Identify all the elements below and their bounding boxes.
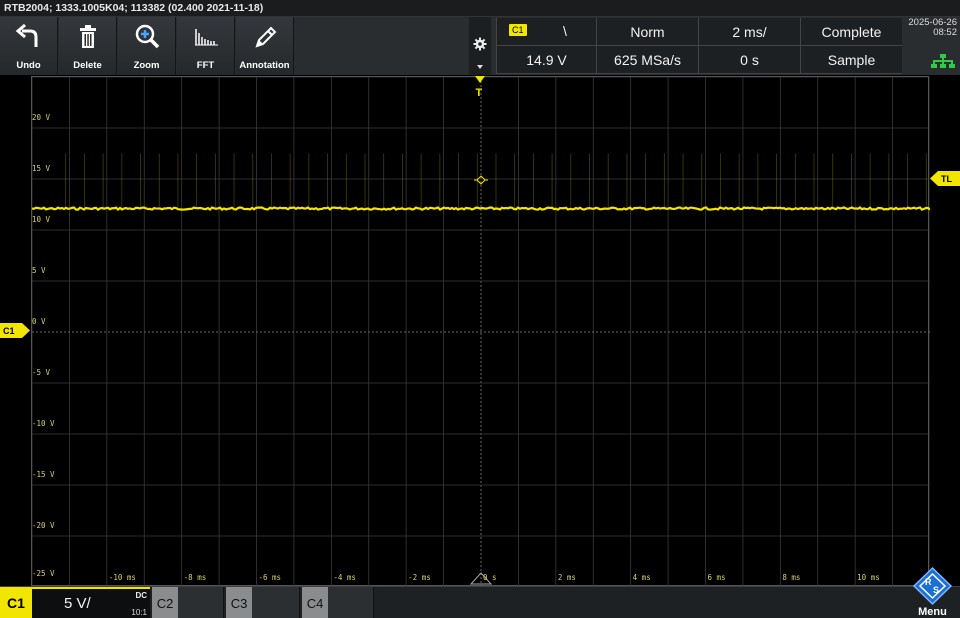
fft-icon <box>194 29 218 46</box>
acquisition-mode[interactable]: Sample <box>800 46 902 74</box>
x-axis-tick-label: 0 s <box>483 573 497 582</box>
x-axis-tick-label: -6 ms <box>258 573 282 582</box>
y-axis-tick-label: -15 V <box>32 470 55 479</box>
undo-icon <box>15 23 37 47</box>
channel1-reference-label: C1 <box>3 326 15 336</box>
channel3-settings[interactable] <box>252 587 300 618</box>
trigger-level[interactable]: 14.9 V <box>496 46 596 74</box>
trigger-source-and-slope[interactable]: C1 \ <box>496 18 596 46</box>
channel1-reference-marker[interactable]: C1 <box>0 323 30 338</box>
x-axis-tick-label: 2 ms <box>557 573 576 582</box>
trigger-mode-value: Norm <box>630 23 665 40</box>
window-title: RTB2004; 1333.1005K04; 113382 (02.400 20… <box>4 2 264 14</box>
trigger-level-value: 14.9 V <box>526 51 567 68</box>
channel3-button[interactable]: C3 <box>226 587 252 618</box>
acquisition-status-value: Complete <box>821 23 882 40</box>
y-axis-tick-label: -25 V <box>32 569 55 578</box>
window-title-bar: RTB2004; 1333.1005K04; 113382 (02.400 20… <box>0 0 960 17</box>
trigger-mode[interactable]: Norm <box>596 18 698 46</box>
x-axis-tick-label: -10 ms <box>108 573 136 582</box>
acquisition-mode-value: Sample <box>827 51 876 68</box>
trigger-slope-icon: \ <box>563 23 567 39</box>
trash-icon <box>79 25 96 48</box>
x-axis-tick-label: 4 ms <box>632 573 651 582</box>
acquisition-status[interactable]: Complete <box>800 18 902 46</box>
svg-text:S: S <box>933 585 939 595</box>
channel1-button[interactable]: C1 <box>0 587 32 618</box>
y-axis-tick-label: 20 V <box>32 113 51 122</box>
zoom-label: Zoom <box>133 60 160 71</box>
x-axis-tick-label: -2 ms <box>408 573 431 582</box>
x-axis-tick-label: -8 ms <box>183 573 207 582</box>
pencil-icon <box>254 26 276 48</box>
trigger-position-label: T <box>476 87 483 99</box>
settings-dropdown-icon <box>477 65 483 69</box>
timebase-scale[interactable]: 2 ms/ <box>698 18 800 46</box>
undo-button[interactable]: Undo <box>0 17 58 75</box>
trigger-position-marker[interactable]: T <box>473 76 487 100</box>
x-axis-tick-label: 8 ms <box>782 573 801 582</box>
channel4-settings[interactable] <box>328 587 374 618</box>
delete-label: Delete <box>73 60 102 71</box>
channel1-coupling: DC <box>135 591 147 600</box>
x-axis-tick-label: -4 ms <box>333 573 356 582</box>
channel4-button[interactable]: C4 <box>302 587 328 618</box>
menu-button[interactable]: R S Menu <box>905 566 960 618</box>
y-axis-tick-label: -10 V <box>32 419 55 428</box>
y-axis-tick-label: -5 V <box>32 368 51 377</box>
y-axis-tick-label: 15 V <box>32 164 51 173</box>
trigger-source-badge: C1 <box>509 24 527 36</box>
channel2-settings[interactable] <box>178 587 224 618</box>
sample-rate-value: 625 MSa/s <box>614 51 681 68</box>
zoom-icon <box>135 24 159 49</box>
menu-label: Menu <box>918 606 947 618</box>
horizontal-position[interactable]: 0 s <box>698 46 800 74</box>
y-axis-tick-label: 10 V <box>32 215 51 224</box>
y-axis-tick-label: 5 V <box>32 266 46 275</box>
gear-icon <box>473 37 487 51</box>
y-axis-tick-label: 0 V <box>32 317 46 326</box>
waveform-graticule <box>32 77 930 587</box>
sample-rate[interactable]: 625 MSa/s <box>596 46 698 74</box>
annotation-label: Annotation <box>239 60 290 71</box>
clock-time: 08:52 <box>933 27 957 38</box>
channel1-label: C1 <box>7 595 25 611</box>
channel2-button[interactable]: C2 <box>152 587 178 618</box>
svg-text:R: R <box>925 577 932 587</box>
network-icon <box>931 54 955 68</box>
settings-button[interactable] <box>469 17 491 75</box>
channel1-scale: 5 V/ <box>64 595 91 612</box>
channel1-settings[interactable]: 5 V/ DC 10:1 <box>32 587 150 618</box>
clock: 2025-06-26 08:52 <box>903 18 960 74</box>
channel3-label: C3 <box>230 595 248 611</box>
timebase-scale-value: 2 ms/ <box>732 23 767 40</box>
waveform-display[interactable] <box>31 76 930 587</box>
horizontal-position-value: 0 s <box>740 51 759 68</box>
fft-button[interactable]: FFT <box>177 17 235 75</box>
channel4-label: C4 <box>306 595 324 611</box>
x-axis-tick-label: 6 ms <box>707 573 726 582</box>
y-axis-tick-label: -20 V <box>32 521 55 530</box>
rohde-schwarz-logo-icon: R S <box>912 566 953 606</box>
delete-button[interactable]: Delete <box>59 17 117 75</box>
channel2-label: C2 <box>156 595 174 611</box>
zoom-button[interactable]: Zoom <box>118 17 176 75</box>
trigger-level-marker-label: TL <box>941 174 952 184</box>
channel1-trace <box>32 206 930 212</box>
channel1-probe-ratio: 10:1 <box>131 608 147 617</box>
channel-bar: C1 5 V/ DC 10:1 C2 C3 C4 <box>0 586 960 618</box>
x-axis-tick-label: 10 ms <box>857 573 880 582</box>
trigger-level-marker[interactable]: TL <box>930 171 960 186</box>
undo-label: Undo <box>16 60 41 71</box>
fft-label: FFT <box>196 60 215 71</box>
annotation-button[interactable]: Annotation <box>236 17 294 75</box>
